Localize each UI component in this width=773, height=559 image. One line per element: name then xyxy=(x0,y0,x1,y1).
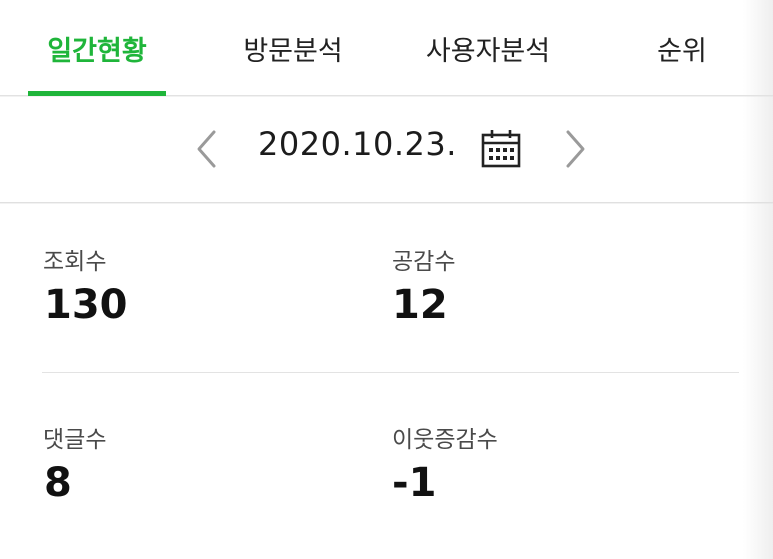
neighbor-change-value: -1 xyxy=(392,460,437,506)
tab-bar: 일간현황 방문분석 사용자분석 순위 xyxy=(0,0,773,96)
calendar-icon xyxy=(481,130,521,168)
tab-daily-overview[interactable]: 일간현황 xyxy=(28,0,166,96)
tab-label: 사용자분석 xyxy=(425,35,551,67)
active-tab-indicator xyxy=(28,91,166,96)
chevron-left-icon xyxy=(197,130,216,168)
tab-label: 순위 xyxy=(657,35,707,67)
views-value: 130 xyxy=(44,282,128,328)
tab-visit-analysis[interactable]: 방문분석 xyxy=(226,0,360,96)
calendar-button[interactable] xyxy=(480,128,522,170)
current-date: 2020.10.23. xyxy=(258,125,457,163)
tab-label: 일간현황 xyxy=(47,35,147,67)
tab-ranking[interactable]: 순위 xyxy=(640,0,724,96)
previous-date-button[interactable] xyxy=(192,127,222,171)
neighbor-change-label: 이웃증감수 xyxy=(392,427,498,453)
date-navigator: 2020.10.23. xyxy=(0,97,773,203)
stats-screen: 일간현황 방문분석 사용자분석 순위 2020.10.23. 조회수 130 공… xyxy=(0,0,773,559)
tab-label: 방문분석 xyxy=(243,35,343,67)
stats-divider xyxy=(42,372,739,373)
stats-panel: 조회수 130 공감수 12 댓글수 8 이웃증감수 -1 xyxy=(0,204,773,559)
views-label: 조회수 xyxy=(43,249,107,275)
comments-label: 댓글수 xyxy=(43,427,107,453)
comments-value: 8 xyxy=(44,460,72,506)
chevron-right-icon xyxy=(566,130,585,168)
next-date-button[interactable] xyxy=(560,127,590,171)
likes-value: 12 xyxy=(392,282,448,328)
likes-label: 공감수 xyxy=(392,249,456,275)
tab-user-analysis[interactable]: 사용자분석 xyxy=(408,0,568,96)
